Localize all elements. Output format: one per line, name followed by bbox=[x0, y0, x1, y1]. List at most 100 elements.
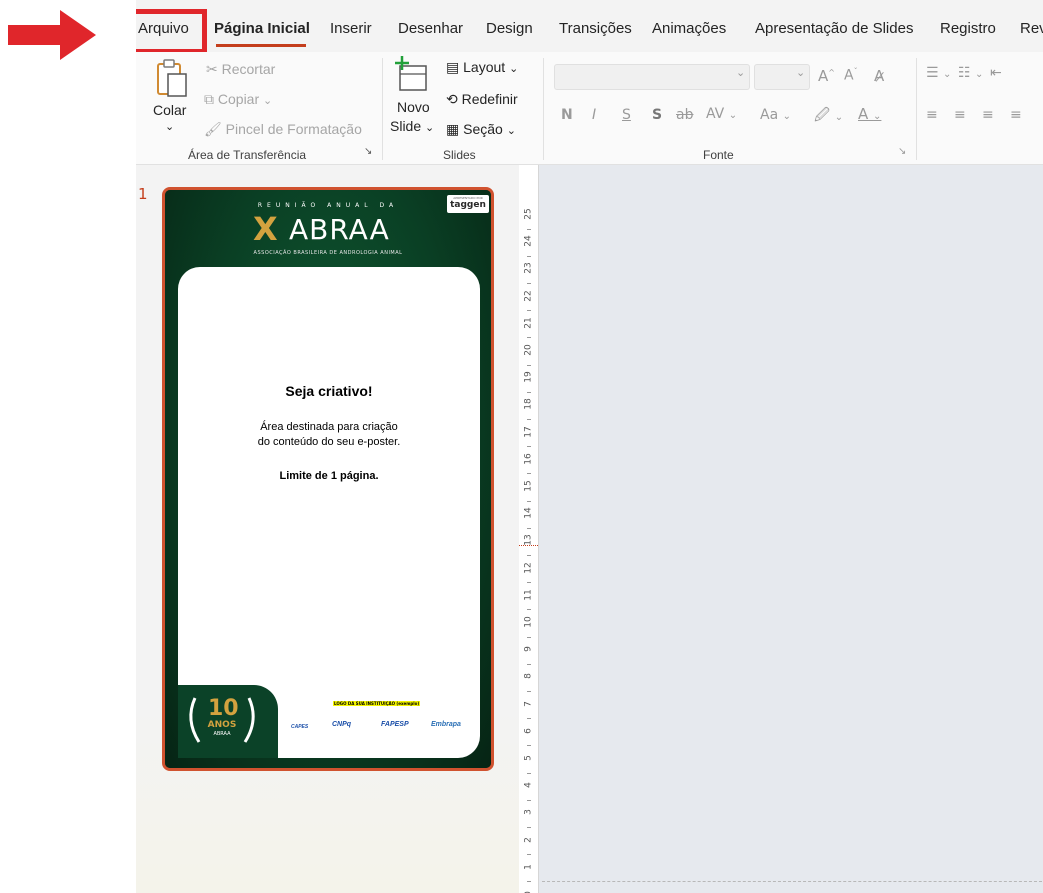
ruler-tick bbox=[527, 255, 531, 257]
slide-number: 1 bbox=[138, 185, 148, 203]
shadow-button[interactable]: S bbox=[652, 107, 662, 123]
ruler-tick bbox=[527, 799, 531, 801]
tab-registro[interactable]: Registro bbox=[940, 20, 996, 37]
ribbon: Colar ⌄ ✂ Recortar ⧉ Copiar ⌄ 🖌 Pincel d… bbox=[136, 52, 1043, 165]
powerpoint-window: Arquivo Página Inicial Inserir Desenhar … bbox=[136, 0, 1043, 893]
bold-button[interactable]: N bbox=[561, 107, 573, 123]
decrease-indent-icon[interactable]: ⇤ bbox=[990, 65, 1002, 81]
clear-format-icon[interactable]: A̷ bbox=[874, 67, 884, 85]
new-slide-icon[interactable] bbox=[394, 56, 430, 94]
layout-button[interactable]: ▤ Layout ⌄ bbox=[446, 59, 518, 76]
ruler-tick bbox=[527, 827, 531, 828]
poster-background: REUNIÃO ANUAL DA X ABRAA ASSOCIAÇÃO BRAS… bbox=[165, 190, 491, 768]
ruler-number: 21 bbox=[523, 317, 534, 329]
clipboard-launcher-icon[interactable]: ↘ bbox=[364, 146, 372, 157]
tab-revisao[interactable]: Rev bbox=[1020, 20, 1043, 37]
slides-group-label: Slides bbox=[443, 148, 476, 162]
copy-icon: ⧉ bbox=[204, 91, 214, 107]
ruler-number: 5 bbox=[523, 755, 534, 761]
ruler-tick bbox=[527, 364, 531, 366]
strikethrough-button[interactable]: ab bbox=[676, 107, 693, 123]
font-size-chevron-icon[interactable]: ⌄ bbox=[796, 66, 805, 79]
paste-chevron-icon[interactable]: ⌄ bbox=[165, 120, 174, 133]
ruler-number: 14 bbox=[523, 507, 534, 519]
ruler-number: 17 bbox=[523, 425, 534, 438]
grow-font-icon[interactable]: A^ bbox=[818, 67, 835, 85]
paste-label[interactable]: Colar bbox=[153, 102, 186, 118]
align-center-icon[interactable]: ≡ bbox=[954, 107, 966, 123]
taggen-logo: APRESENTADO POR taggen bbox=[447, 195, 489, 213]
tab-inserir[interactable]: Inserir bbox=[330, 20, 372, 37]
tab-animacoes[interactable]: Animações bbox=[652, 20, 726, 37]
layout-icon: ▤ bbox=[446, 59, 460, 75]
section-button[interactable]: ▦ Seção ⌄ bbox=[446, 121, 516, 138]
ruler-number: 15 bbox=[523, 480, 534, 492]
new-slide-chevron-icon: ⌄ bbox=[425, 122, 435, 134]
font-name-chevron-icon[interactable]: ⌄ bbox=[736, 66, 745, 79]
underline-button[interactable]: S bbox=[622, 107, 631, 123]
slide-editor-area[interactable]: 25 24 23 22 21 20 19 18 17 16 15 14 13 12 11 10 9 8 7 6 5 4 3 2… bbox=[519, 165, 1043, 893]
slide-thumbnail[interactable]: REUNIÃO ANUAL DA X ABRAA ASSOCIAÇÃO BRAS… bbox=[162, 187, 494, 771]
new-slide-label-2[interactable]: Slide ⌄ bbox=[390, 118, 434, 134]
ruler-number: 9 bbox=[523, 646, 534, 653]
poster-header: REUNIÃO ANUAL DA bbox=[257, 202, 399, 209]
arquivo-highlight-box bbox=[136, 9, 207, 54]
slide-thumbnail-pane: 1 REUNIÃO ANUAL DA X ABRAA ASSOCIAÇÃO BR… bbox=[136, 165, 519, 893]
tab-design[interactable]: Design bbox=[486, 20, 533, 37]
reset-button[interactable]: ⟲ Redefinir bbox=[446, 91, 518, 108]
vertical-ruler: 25 24 23 22 21 20 19 18 17 16 15 14 13 12 11 10 9 8 7 6 5 4 3 2… bbox=[519, 165, 539, 893]
align-right-icon[interactable]: ≡ bbox=[982, 107, 994, 123]
change-case-button[interactable]: Aa ⌄ bbox=[760, 107, 791, 123]
tab-pagina-inicial[interactable]: Página Inicial bbox=[214, 20, 310, 37]
font-name-combo[interactable] bbox=[554, 64, 750, 90]
ruler-tick bbox=[527, 337, 531, 339]
group-separator bbox=[382, 58, 383, 160]
bullets-icon[interactable]: ☰ ⌄ bbox=[926, 65, 951, 81]
font-group-label: Fonte bbox=[703, 148, 734, 162]
tab-transicoes[interactable]: Transições bbox=[559, 20, 632, 37]
char-spacing-button[interactable]: AV ⌄ bbox=[706, 106, 737, 122]
ruler-tick bbox=[527, 555, 531, 556]
content-area-card: Seja criativo! Área destinada para criaç… bbox=[178, 267, 480, 758]
clipboard-group-label: Área de Transferência bbox=[188, 148, 307, 162]
ruler-tick bbox=[527, 745, 531, 747]
align-left-icon[interactable]: ≡ bbox=[926, 107, 938, 123]
numbering-icon[interactable]: ☷ ⌄ bbox=[958, 65, 983, 81]
ruler-tick bbox=[527, 446, 531, 448]
font-color-icon[interactable]: A ⌄ bbox=[858, 105, 881, 123]
cut-button[interactable]: ✂ Recortar bbox=[206, 61, 275, 78]
ruler-number: 3 bbox=[523, 809, 534, 816]
reset-icon: ⟲ bbox=[446, 91, 458, 107]
tab-desenhar[interactable]: Desenhar bbox=[398, 20, 463, 37]
ruler-number: 12 bbox=[523, 561, 534, 574]
capes-logo: CAPES bbox=[291, 724, 309, 730]
ruler-number: 6 bbox=[523, 727, 534, 734]
ruler-number: 10 bbox=[523, 616, 534, 628]
copy-chevron-icon: ⌄ bbox=[263, 95, 273, 107]
ruler-tick bbox=[527, 663, 531, 665]
embrapa-logo: Embrapa bbox=[431, 721, 461, 728]
new-slide-label-1[interactable]: Novo bbox=[397, 99, 430, 115]
ruler-tick bbox=[527, 691, 531, 692]
ruler-number: 4 bbox=[523, 782, 534, 789]
ruler-number: 24 bbox=[523, 235, 534, 247]
ruler-number: 18 bbox=[523, 398, 534, 411]
ruler-tick bbox=[527, 391, 531, 393]
logo-x: X bbox=[253, 210, 278, 248]
ruler-tick bbox=[527, 854, 531, 856]
highlight-color-icon[interactable]: 🖉 ⌄ bbox=[814, 105, 843, 130]
institution-logo-label: LOGO DA SUA INSTITUIÇÃO (exemplo) bbox=[333, 701, 421, 706]
copy-button[interactable]: ⧉ Copiar ⌄ bbox=[204, 91, 272, 108]
format-painter-button[interactable]: 🖌 Pincel de Formatação bbox=[204, 121, 362, 138]
italic-button[interactable]: I bbox=[592, 107, 596, 123]
shrink-font-icon[interactable]: Aˇ bbox=[844, 67, 858, 84]
font-launcher-icon[interactable]: ↘ bbox=[898, 146, 906, 157]
justify-icon[interactable]: ≡ bbox=[1010, 107, 1022, 123]
ruler-number: 25 bbox=[523, 208, 534, 220]
logo-subtitle: ASSOCIAÇÃO BRASILEIRA DE ANDROLOGIA ANIM… bbox=[253, 250, 403, 256]
paste-icon[interactable] bbox=[156, 58, 190, 98]
ruler-tick bbox=[527, 473, 531, 475]
ribbon-tabs: Arquivo Página Inicial Inserir Desenhar … bbox=[136, 9, 1043, 54]
ruler-number: 2 bbox=[523, 836, 534, 843]
tab-apresentacao[interactable]: Apresentação de Slides bbox=[755, 20, 913, 37]
